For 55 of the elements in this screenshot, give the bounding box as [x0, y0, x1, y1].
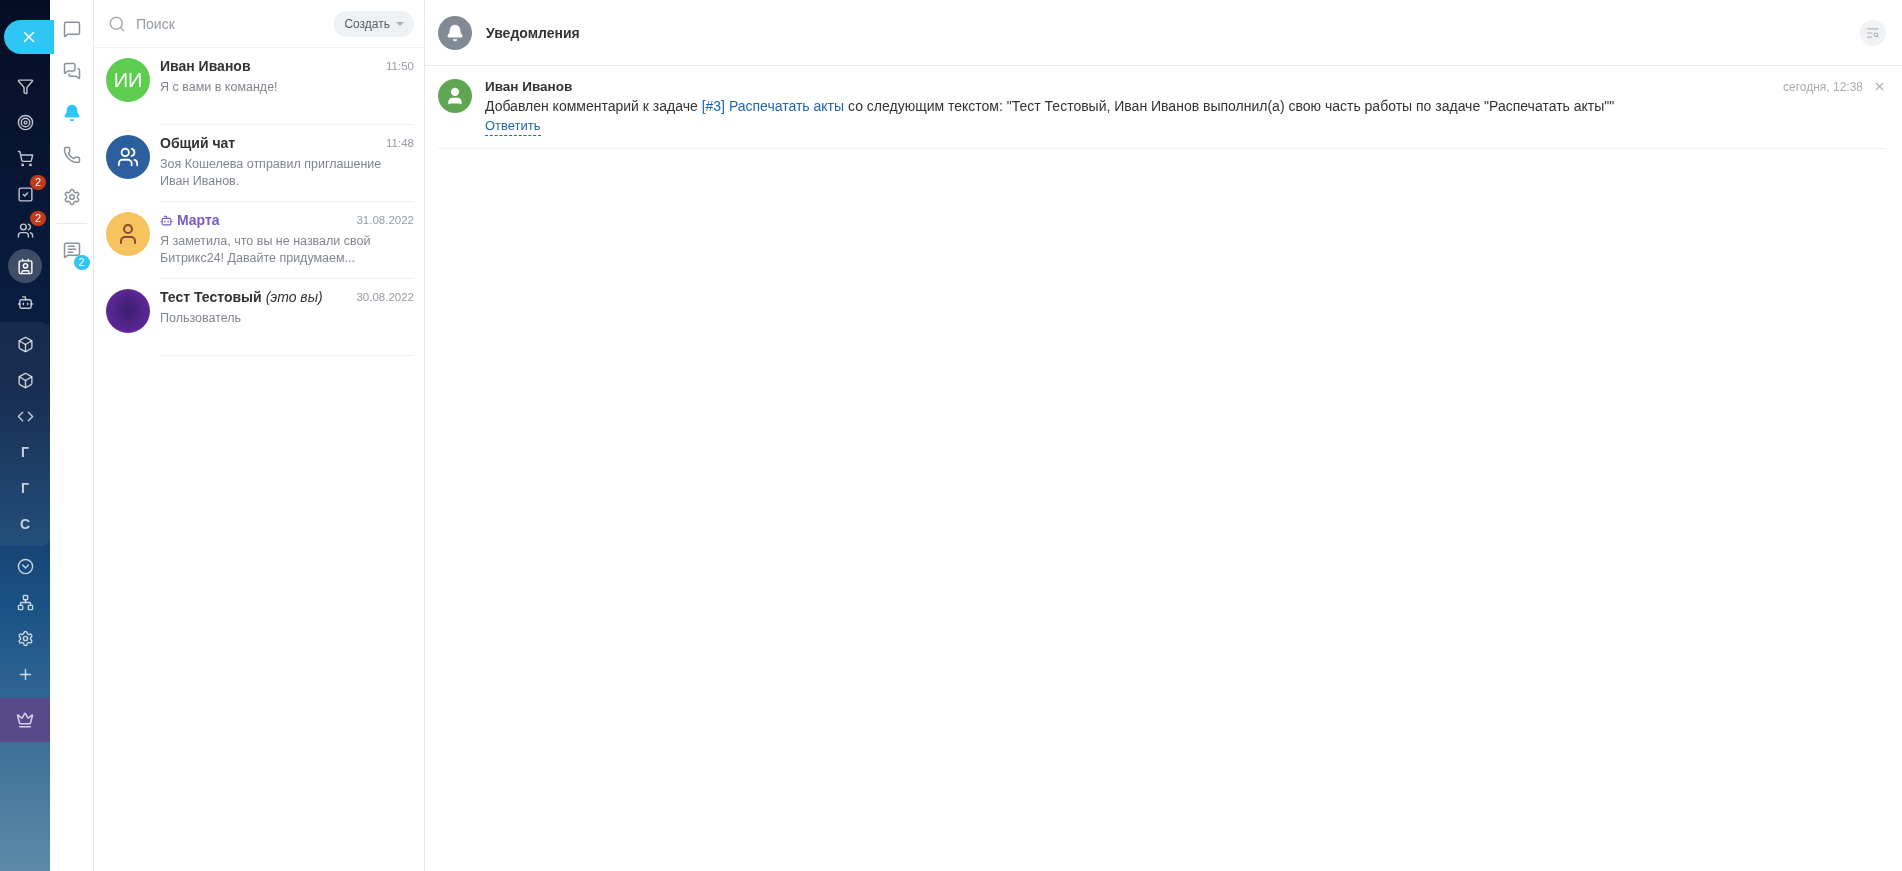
count-badge: 2: [30, 175, 46, 190]
chat-time: 11:50: [386, 60, 414, 72]
close-button[interactable]: [4, 20, 54, 54]
filter-icon: [16, 77, 34, 95]
reply-link[interactable]: Ответить: [485, 118, 541, 136]
photo-placeholder: [106, 289, 150, 333]
cube-icon: [16, 335, 34, 353]
settings-icon: [16, 629, 34, 647]
chat-name: Иван Иванов: [160, 58, 251, 74]
close-icon: [1873, 80, 1886, 93]
cube-icon: [16, 371, 34, 389]
group-icon: [117, 146, 139, 168]
chat-preview: Я заметила, что вы не назвали свой Битрикс24! Давайте придумаем...: [160, 233, 372, 267]
chat-preview: Зоя Кошелева отправил приглашение Иван Иванов.: [160, 156, 383, 190]
notification-time: сегодня, 12:38: [1782, 79, 1863, 94]
chat-time: 11:48: [386, 137, 414, 149]
create-button[interactable]: Создать: [334, 10, 414, 37]
crown-icon: [16, 711, 34, 729]
chat-icon: [62, 20, 81, 38]
chat-preview: Я с вами в команде!: [160, 79, 279, 96]
chat-time: 30.08.2022: [356, 291, 414, 303]
app-button[interactable]: Г: [8, 435, 42, 469]
app-button[interactable]: С: [8, 507, 42, 541]
chat-preview: Пользователь: [160, 310, 243, 327]
task-link[interactable]: [#3] Распечатать акты: [701, 98, 845, 114]
cart-icon: [16, 149, 34, 167]
chat-time: 31.08.2022: [356, 214, 414, 226]
app-button[interactable]: Г: [8, 471, 42, 505]
search-filter-icon: [1866, 25, 1880, 40]
contact-card-button[interactable]: [8, 249, 42, 283]
group-icon: [16, 221, 34, 239]
bell-icon: [62, 104, 81, 122]
count-badge: 2: [73, 255, 90, 270]
nodes-icon: [16, 593, 34, 611]
chevron-down-icon: [16, 557, 34, 575]
search-icon: [108, 14, 126, 33]
bot-icon: [160, 213, 173, 227]
target-icon: [16, 113, 34, 131]
panel-title: Уведомления: [486, 24, 581, 41]
chat-name: Тест Тестовый (это вы): [160, 289, 323, 305]
person-icon: [445, 86, 465, 106]
notification-author: Иван Иванов: [485, 79, 573, 94]
notification-text: Добавлен комментарий к задаче [#3] Распечатать акты со следующим текстом: "Тест Тестовый, Иван Иванов выполнил(а) свою часть работы по задаче "Распечатать акты"": [485, 98, 1616, 114]
chat-name: Общий чат: [160, 135, 236, 151]
message-list-icon: [62, 241, 81, 259]
settings-icon: [62, 188, 81, 206]
chat-name: Марта: [177, 212, 220, 228]
contact-card-icon: [16, 257, 34, 275]
robot-icon: [16, 293, 34, 311]
avatar: ИИ: [106, 58, 150, 102]
count-badge: 2: [30, 211, 46, 226]
task-icon: [16, 185, 34, 203]
bell-icon: [446, 23, 464, 42]
phone-icon: [62, 146, 81, 164]
chat-sync-icon: [62, 62, 81, 80]
